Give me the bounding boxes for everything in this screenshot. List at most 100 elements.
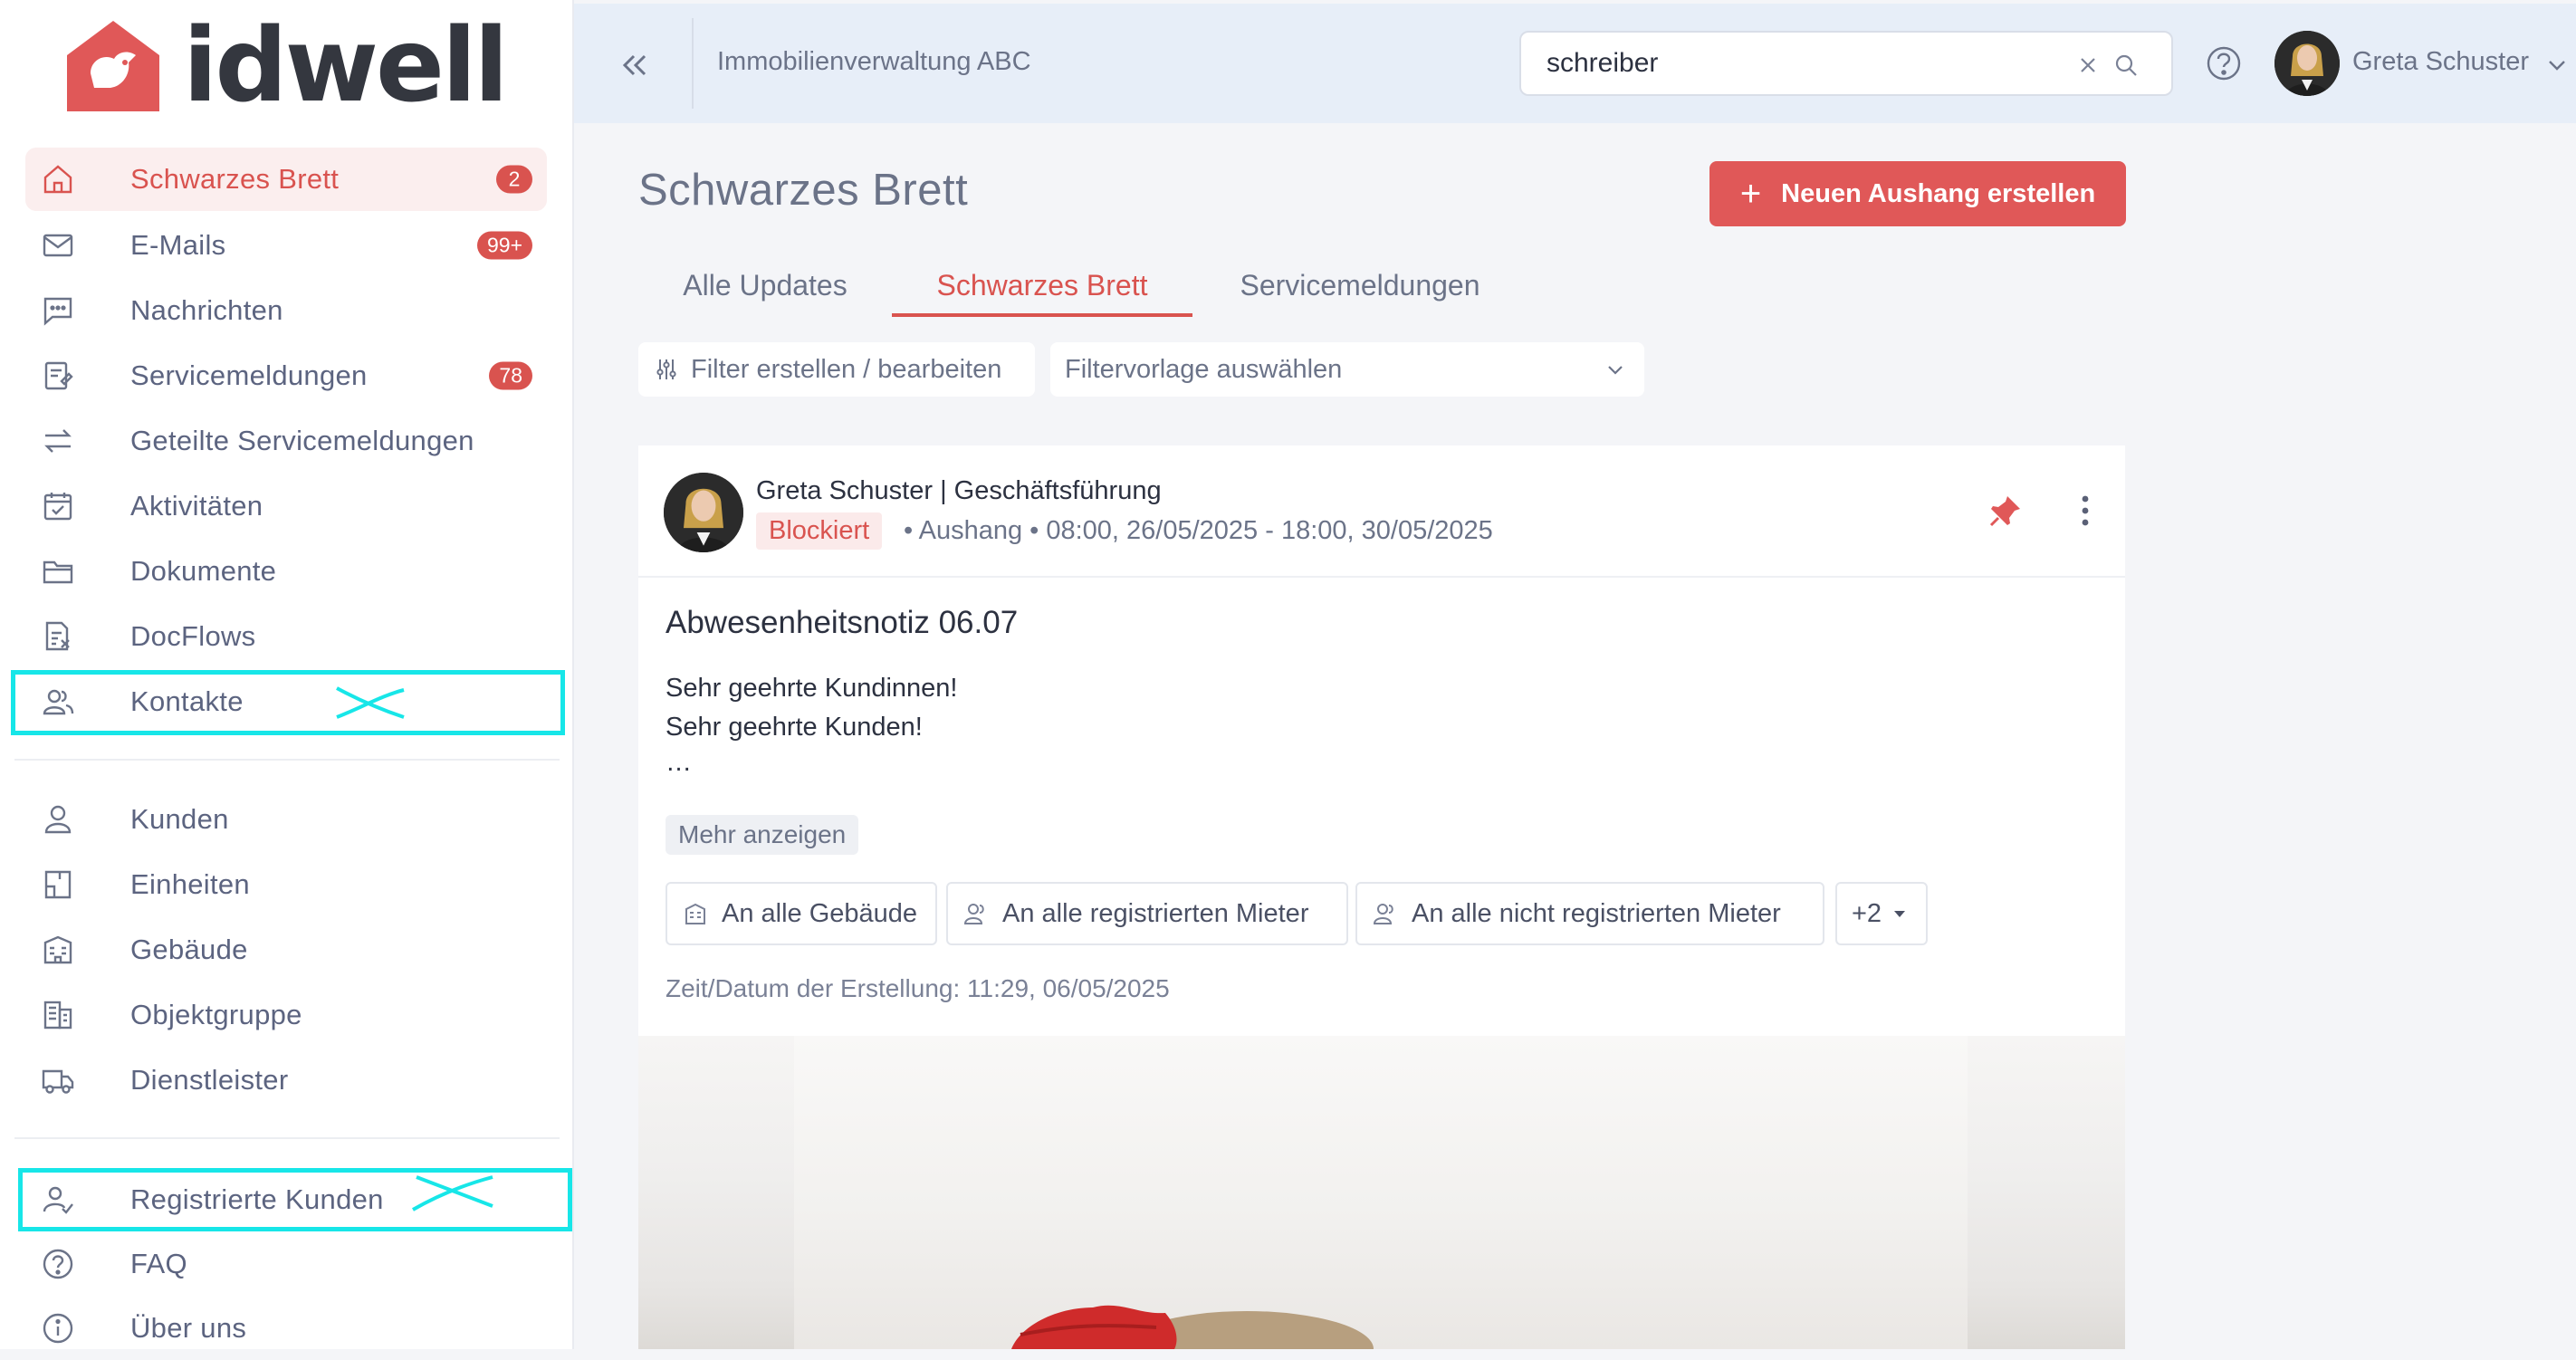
sidebar-item-label: Über uns [130,1312,247,1344]
unit-icon [38,865,78,905]
organization-name: Immobilienverwaltung ABC [717,47,1031,76]
user-icon [38,800,78,839]
sidebar-item-label: Nachrichten [130,294,283,326]
audience-chip[interactable]: An alle nicht registrierten Mieter [1355,882,1824,945]
docflow-icon [38,617,78,656]
contacts-icon [1373,904,1393,924]
audience-chip-label: An alle Gebäude [722,898,918,928]
building-icon [685,903,705,924]
sidebar-item-label: Schwarzes Brett [130,163,340,195]
sidebar-divider [14,759,560,761]
post-body-line: … [666,748,692,777]
logo[interactable]: idwell [63,7,509,125]
mail-icon [38,225,78,265]
caret-down-icon [1894,911,1906,917]
post-body-line: Sehr geehrte Kunden! [666,713,923,742]
sidebar-item-aktivitaeten[interactable]: Aktivitäten [25,474,547,538]
more-options-icon[interactable] [2067,491,2103,531]
sidebar-item-label: Gebäude [130,934,248,965]
audience-chip[interactable]: An alle Gebäude [666,882,937,945]
post-author: Greta Schuster | Geschäftsführung [756,476,1162,505]
help-icon[interactable] [2204,43,2244,83]
sidebar-item-schwarzes-brett[interactable]: Schwarzes Brett 2 [25,148,547,211]
post-image-photo [794,1036,1968,1349]
sidebar-item-kunden[interactable]: Kunden [25,788,547,851]
chevron-down-icon [1608,366,1623,375]
sidebar-divider [14,1137,560,1139]
object-group-icon [38,995,78,1035]
filter-edit-label: Filter erstellen / bearbeiten [691,354,1002,384]
sidebar-item-docflows[interactable]: DocFlows [25,605,547,668]
tab-alle-updates[interactable]: Alle Updates [638,263,892,317]
sidebar-item-label: Servicemeldungen [130,359,368,391]
user-avatar[interactable] [2274,31,2340,96]
show-more-button[interactable]: Mehr anzeigen [666,815,859,855]
arrows-exchange-icon [38,421,78,461]
plus-icon: + [1739,174,1762,214]
sliders-icon [656,359,676,379]
service-report-icon [38,356,78,396]
sidebar-item-dienstleister[interactable]: Dienstleister [25,1049,547,1112]
question-circle-icon [38,1244,78,1284]
audience-more-label: +2 [1852,898,1882,928]
tab-servicemeldungen[interactable]: Servicemeldungen [1192,263,1527,317]
clear-search-icon[interactable] [2075,53,2101,78]
sidebar-item-servicemeldungen[interactable]: Servicemeldungen 78 [25,344,547,407]
calendar-check-icon [38,486,78,526]
avatar-photo [664,473,743,552]
avatar-photo [2274,31,2340,96]
audience-chip-label: An alle nicht registrierten Mieter [1412,898,1781,928]
sidebar-item-label: Dokumente [130,555,277,587]
sidebar-item-label: Geteilte Servicemeldungen [130,425,474,456]
sidebar: idwell Schwarzes Brett 2 E-Mails 99+ Nac… [0,0,574,1349]
folder-icon [38,551,78,591]
chevron-down-icon[interactable] [2544,53,2570,78]
sidebar-item-label: E-Mails [130,229,226,261]
search-box [1519,31,2173,96]
sidebar-item-geteilte-servicemeldungen[interactable]: Geteilte Servicemeldungen [25,409,547,473]
chat-icon [38,291,78,330]
sidebar-item-gebaeude[interactable]: Gebäude [25,918,547,982]
audience-more-button[interactable]: +2 [1835,882,1928,945]
sidebar-item-label: FAQ [130,1248,187,1279]
sidebar-item-einheiten[interactable]: Einheiten [25,853,547,916]
page-title: Schwarzes Brett [638,166,969,215]
user-name[interactable]: Greta Schuster [2352,47,2529,77]
audience-chip[interactable]: An alle registrierten Mieter [946,882,1348,945]
sidebar-item-nachrichten[interactable]: Nachrichten [25,279,547,342]
notification-badge: 2 [496,165,532,194]
create-notice-button[interactable]: + Neuen Aushang erstellen [1709,161,2126,226]
pin-icon[interactable] [1987,493,2024,529]
notification-badge: 78 [489,361,532,390]
post-meta: • Aushang • 08:00, 26/05/2025 - 18:00, 3… [904,516,1493,545]
post-body-line: Sehr geehrte Kundinnen! [666,674,958,703]
sidebar-item-dokumente[interactable]: Dokumente [25,540,547,603]
audience-chip-label: An alle registrierten Mieter [1002,898,1309,928]
sidebar-item-ueber-uns[interactable]: Über uns [25,1297,547,1360]
creation-timestamp: Zeit/Datum der Erstellung: 11:29, 06/05/… [666,974,1170,1002]
sidebar-item-label: Objektgruppe [130,999,302,1030]
sidebar-item-e-mails[interactable]: E-Mails 99+ [25,214,547,277]
notification-badge: 99+ [476,231,532,260]
post-image[interactable] [638,1036,2125,1349]
search-input[interactable] [1545,45,2052,81]
sidebar-item-label: DocFlows [130,620,256,652]
status-badge: Blockiert [756,512,883,550]
sidebar-item-faq[interactable]: FAQ [25,1232,547,1296]
annotation-cross-mark [412,1175,493,1212]
filter-template-label: Filtervorlage auswählen [1065,354,1343,384]
filter-edit-button[interactable]: Filter erstellen / bearbeiten [638,342,1035,397]
sidebar-item-objektgruppe[interactable]: Objektgruppe [25,983,547,1047]
top-bar: Immobilienverwaltung ABC Greta Schuster [574,4,2576,123]
header-divider [692,18,694,109]
brand-name: idwell [183,7,509,125]
collapse-sidebar-button[interactable] [610,42,657,89]
tab-schwarzes-brett[interactable]: Schwarzes Brett [892,263,1192,317]
building-icon [38,930,78,970]
search-icon[interactable] [2113,53,2139,78]
filter-template-select[interactable]: Filtervorlage auswählen [1050,342,1644,397]
beach-towel-illustration [1011,1305,1374,1349]
annotation-cross-mark [336,686,405,719]
author-avatar [664,473,743,552]
double-chevron-left-icon [622,54,646,76]
